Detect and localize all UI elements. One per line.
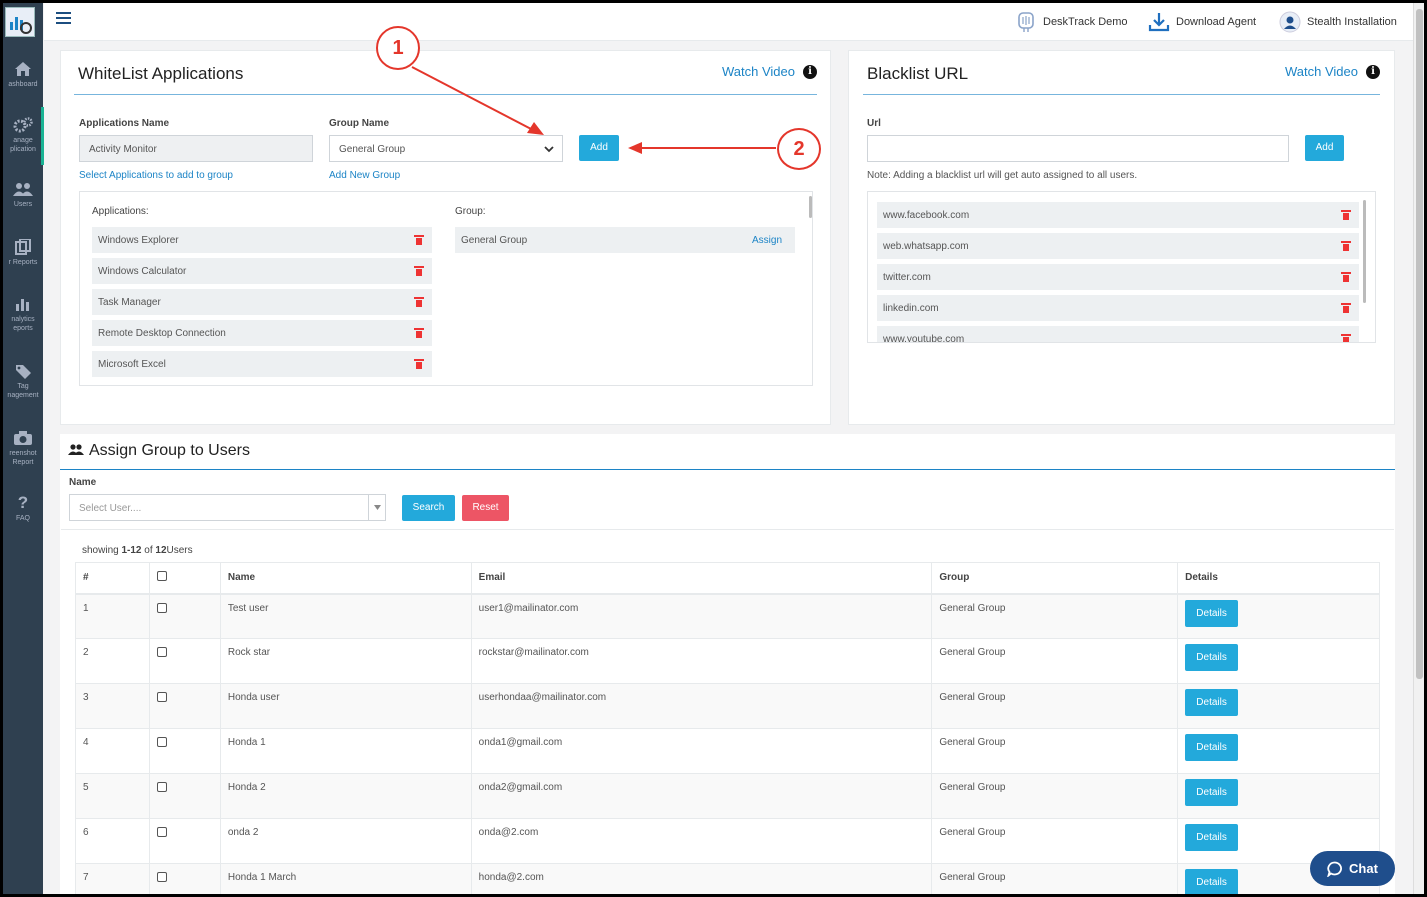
- chat-bubble-icon: [1327, 861, 1343, 877]
- annotation-badge-2: 2: [777, 128, 821, 170]
- chat-label: Chat: [1349, 861, 1378, 876]
- annotation-arrows: [411, 66, 776, 154]
- arrow-1-line: [411, 66, 534, 131]
- arrow-2-head: [628, 142, 642, 154]
- annotation-badge-1: 1: [376, 26, 420, 70]
- chat-button[interactable]: Chat: [1310, 851, 1395, 886]
